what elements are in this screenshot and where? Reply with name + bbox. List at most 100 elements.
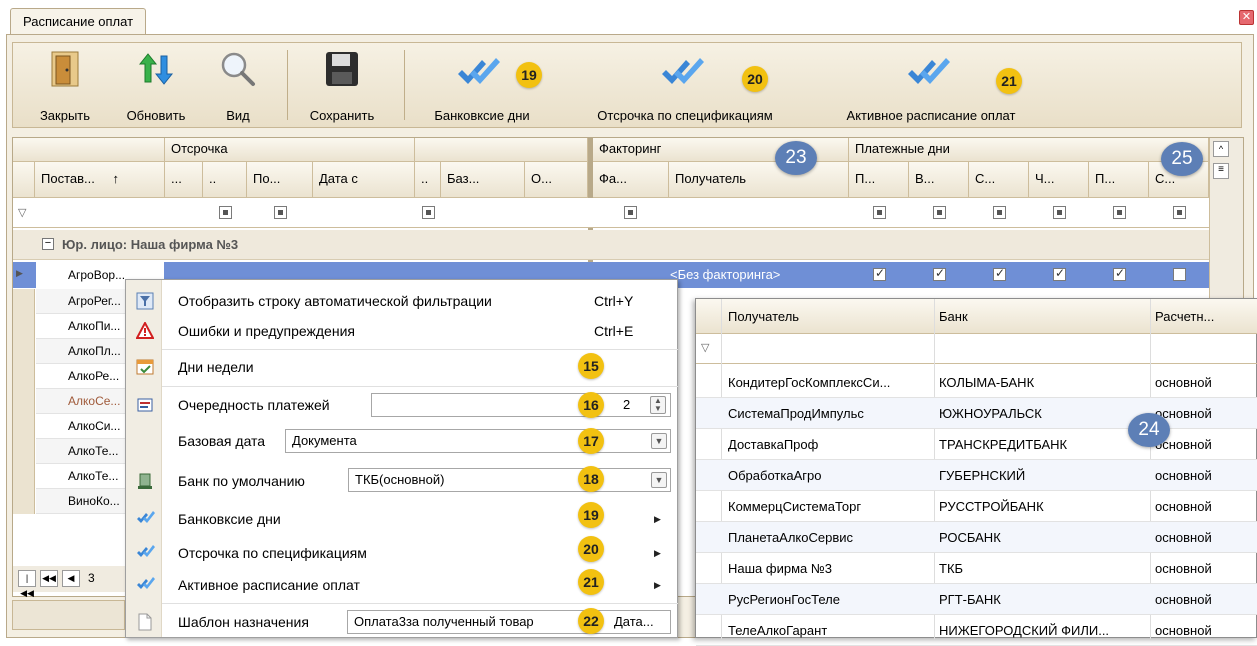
popup-row[interactable]: ДоставкаПроф ТРАНСКРЕДИТБАНК основной <box>696 429 1257 460</box>
popup-col-account[interactable]: Расчетн... <box>1155 309 1214 324</box>
col-1[interactable]: ... <box>165 162 203 198</box>
active-schedule-label: Активное расписание оплат <box>846 108 1016 123</box>
col-supplier[interactable]: Постав... ↑ <box>35 162 165 198</box>
double-check-icon <box>136 510 155 528</box>
popup-cell-account: основной <box>1155 623 1212 638</box>
day-checkbox-mon[interactable] <box>873 266 886 281</box>
col-fri[interactable]: П... <box>1089 162 1149 198</box>
col-2[interactable]: .. <box>203 162 247 198</box>
menu-label: Отсрочка по спецификациям <box>178 545 367 561</box>
table-row[interactable]: АлкоПл... <box>36 339 126 364</box>
submenu-arrow-icon: ▶ <box>654 548 661 558</box>
first-page-icon[interactable]: |◀◀ <box>18 570 36 598</box>
col-recipient[interactable]: Получатель <box>669 162 849 198</box>
filter-checkbox[interactable] <box>1053 206 1066 219</box>
popup-cell-bank: РГТ-БАНК <box>939 592 1001 607</box>
filter-checkbox[interactable] <box>1113 206 1126 219</box>
chevron-down-icon[interactable]: ▼ <box>651 472 667 488</box>
popup-cell-bank: ГУБЕРНСКИЙ <box>939 468 1026 483</box>
popup-row[interactable]: КондитерГосКомплексСи... КОЛЫМА-БАНК осн… <box>696 367 1257 398</box>
popup-cell-recipient: Наша фирма №3 <box>728 561 833 576</box>
filter-checkbox[interactable] <box>274 206 287 219</box>
scroll-up-icon[interactable]: ^ <box>1213 141 1229 157</box>
double-check-icon <box>136 576 155 594</box>
col-date-from[interactable]: Дата с <box>313 162 415 198</box>
col-wed[interactable]: С... <box>969 162 1029 198</box>
popup-row[interactable]: РусРегионГосТеле РГТ-БАНК основной <box>696 584 1257 615</box>
factoring-value[interactable]: <Без факторинга> <box>670 267 780 282</box>
tab-payment-schedule[interactable]: Расписание оплат <box>10 8 147 35</box>
menu-item-errors[interactable]: Ошибки и предупреждения Ctrl+E <box>126 316 679 347</box>
close-button[interactable]: Закрыть <box>24 44 106 128</box>
col-5[interactable]: .. <box>415 162 441 198</box>
menu-item-show-filter-row[interactable]: Отобразить строку автоматической фильтра… <box>126 286 679 317</box>
col-factoring[interactable]: Фа... <box>593 162 669 198</box>
popup-cell-bank: РУССТРОЙБАНК <box>939 499 1044 514</box>
day-checkbox-thu[interactable] <box>1053 266 1066 281</box>
table-row[interactable]: ВиноКо... <box>36 489 126 514</box>
day-checkbox-fri[interactable] <box>1113 266 1126 281</box>
filter-checkbox[interactable] <box>993 206 1006 219</box>
prev-record-icon[interactable]: ◀ <box>62 570 80 587</box>
close-icon[interactable]: ✕ <box>1239 10 1254 25</box>
collapse-icon[interactable]: − <box>42 238 54 250</box>
filter-checkbox[interactable] <box>219 206 232 219</box>
base-date-select[interactable]: Документа <box>285 429 671 453</box>
popup-row[interactable]: ОбработкаАгро ГУБЕРНСКИЙ основной <box>696 460 1257 491</box>
table-row[interactable]: АлкоПи... <box>36 314 126 339</box>
day-checkbox-tue[interactable] <box>933 266 946 281</box>
popup-col-bank[interactable]: Банк <box>939 309 968 324</box>
filter-checkbox[interactable] <box>933 206 946 219</box>
column-chooser-icon[interactable]: ≡ <box>1213 163 1229 179</box>
bank-icon <box>136 472 154 490</box>
col-3[interactable]: По... <box>247 162 313 198</box>
table-row[interactable]: АлкоРе... <box>36 364 126 389</box>
calendar-check-icon <box>136 358 154 376</box>
filter-checkbox[interactable] <box>422 206 435 219</box>
prev-page-icon[interactable]: ◀◀ <box>40 570 58 587</box>
save-button[interactable]: Сохранить <box>296 44 388 128</box>
popup-row[interactable]: ПланетаАлкоСервис РОСБАНК основной <box>696 522 1257 553</box>
menu-label: Банковксие дни <box>178 511 281 527</box>
popup-row[interactable]: Наша фирма №3 ТКБ основной <box>696 553 1257 584</box>
filter-checkbox[interactable] <box>1173 206 1186 219</box>
popup-row[interactable]: КоммерцСистемаТорг РУССТРОЙБАНК основной <box>696 491 1257 522</box>
day-checkbox-wed[interactable] <box>993 266 1006 281</box>
col-base[interactable]: Баз... <box>441 162 525 198</box>
table-row[interactable]: АлкоСе... <box>36 389 126 414</box>
popup-cell-recipient: КоммерцСистемаТорг <box>728 499 862 514</box>
row-indicator-column <box>13 289 35 514</box>
status-panel <box>12 600 125 630</box>
table-row[interactable]: АлкоТе... <box>36 464 126 489</box>
col-7[interactable]: О... <box>525 162 588 198</box>
badge-18: 18 <box>578 466 604 492</box>
view-label: Вид <box>226 108 250 123</box>
deferral-spec-button[interactable]: Отсрочка по спецификациям <box>560 44 810 128</box>
col-mon[interactable]: П... <box>849 162 909 198</box>
col-tue[interactable]: В... <box>909 162 969 198</box>
day-checkbox-sat[interactable] <box>1173 268 1186 281</box>
popup-row[interactable]: СистемаПродИмпульс ЮЖНОУРАЛЬСК основной <box>696 398 1257 429</box>
filter-checkbox[interactable] <box>624 206 637 219</box>
chevron-down-icon[interactable]: ▼ <box>651 433 667 449</box>
filter-checkbox[interactable] <box>873 206 886 219</box>
menu-label: Банк по умолчанию <box>178 473 305 489</box>
badge-22: 22 <box>578 608 604 634</box>
default-bank-select[interactable]: ТКБ(основной) <box>348 468 671 492</box>
popup-row[interactable]: ТелеАлкоГарант НИЖЕГОРОДСКИЙ ФИЛИ... осн… <box>696 615 1257 646</box>
refresh-button[interactable]: Обновить <box>114 44 198 128</box>
deferral-spec-label: Отсрочка по спецификациям <box>597 108 773 123</box>
filter-row-icon <box>136 292 154 310</box>
table-row[interactable]: АгроРег... <box>36 289 126 314</box>
table-row[interactable]: АлкоТе... <box>36 439 126 464</box>
view-button[interactable]: Вид <box>210 44 266 128</box>
stepper-arrows-icon[interactable]: ▲ ▼ <box>650 396 666 414</box>
popup-filter-row[interactable] <box>696 334 1257 364</box>
auto-filter-row[interactable] <box>13 198 1209 228</box>
toolbar-separator <box>404 50 405 120</box>
badge-15: 15 <box>578 353 604 379</box>
badge-21: 21 <box>996 68 1022 94</box>
table-row[interactable]: АлкоСи... <box>36 414 126 439</box>
col-thu[interactable]: Ч... <box>1029 162 1089 198</box>
popup-col-recipient[interactable]: Получатель <box>728 309 799 324</box>
